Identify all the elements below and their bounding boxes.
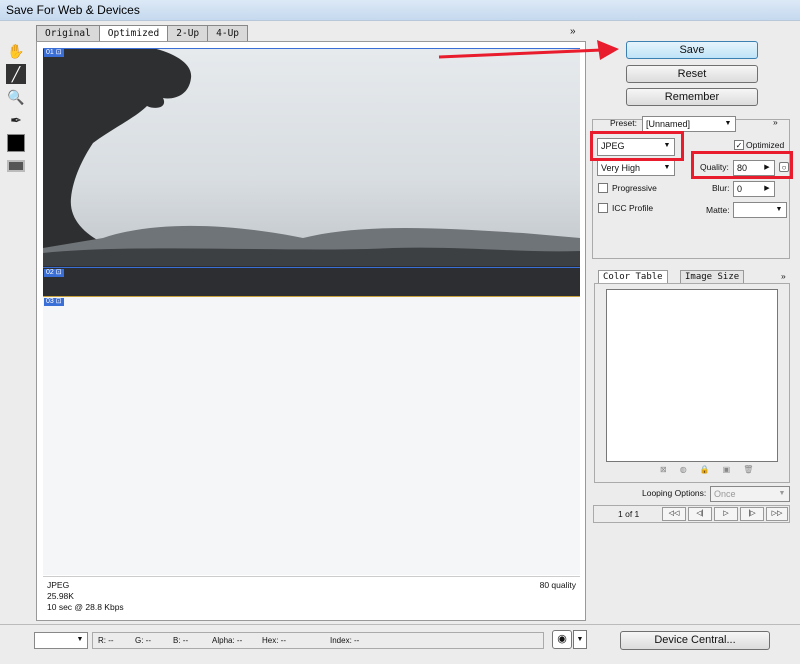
settings-menu-icon[interactable]: » [773, 117, 778, 127]
web-shift-icon[interactable]: ◍ [680, 465, 687, 474]
eyedropper-tool-icon[interactable]: ✒ [6, 110, 26, 130]
image-preview-pane: 01 ⊡ 02 ⊡ 03 ⊡ JPEG 25.98K 10 sec @ 28.8… [36, 41, 586, 621]
play-icon[interactable]: ▷ [714, 507, 738, 521]
alpha-readout: Alpha: -- [212, 636, 243, 645]
view-tabs: Original Optimized 2-Up 4-Up [36, 25, 249, 41]
slice-select-tool-icon[interactable]: ╱ [6, 64, 26, 84]
browser-menu-chevron-icon[interactable]: ▼ [573, 630, 587, 649]
tab-4-up[interactable]: 4-Up [207, 25, 249, 41]
zoom-tool-icon[interactable]: 🔍 [6, 87, 26, 107]
red-arrow-annotation [438, 40, 619, 60]
matte-label: Matte: [706, 205, 730, 215]
matte-select[interactable]: ▼ [733, 202, 787, 218]
window-title: Save For Web & Devices [6, 3, 140, 17]
color-table-menu-icon[interactable]: » [781, 271, 786, 281]
optimized-checkbox[interactable]: ✓ [734, 140, 744, 150]
blue-readout: B: -- [173, 636, 189, 645]
info-format: JPEG [47, 580, 70, 590]
first-frame-icon[interactable]: ◁◁ [662, 507, 686, 521]
color-readout-bar [92, 632, 544, 649]
slice-03-label[interactable]: 03 ⊡ [44, 298, 64, 306]
tab-image-size[interactable]: Image Size [680, 270, 745, 284]
map-transparency-icon[interactable]: ⊠ [660, 465, 667, 474]
lock-color-icon[interactable]: 🔒 [700, 465, 710, 474]
chevron-right-icon[interactable]: ▶ [761, 183, 773, 195]
device-central-button[interactable]: Device Central... [620, 631, 770, 650]
index-readout: Index: -- [330, 636, 360, 645]
tab-original[interactable]: Original [36, 25, 100, 41]
blur-label: Blur: [712, 183, 730, 193]
info-file-size: 25.98K [47, 591, 74, 601]
toolbox: ✋ ╱ 🔍 ✒ [6, 41, 28, 179]
tab-optimized[interactable]: Optimized [98, 25, 169, 41]
preset-label: Preset: [610, 118, 637, 128]
color-table-actions: ⊠ ◍ 🔒 ▣ 🗑 [660, 465, 753, 474]
color-table-grid [606, 289, 778, 462]
icc-profile-checkbox[interactable] [598, 203, 608, 213]
tab-color-table[interactable]: Color Table [598, 270, 668, 284]
dialog-body: ✋ ╱ 🔍 ✒ Original Optimized 2-Up 4-Up » 0… [0, 20, 800, 664]
info-download-time: 10 sec @ 28.8 Kbps [47, 602, 124, 612]
tab-2-up[interactable]: 2-Up [167, 25, 209, 41]
compression-quality-select[interactable]: Very High ▼ [597, 160, 675, 176]
hex-readout: Hex: -- [262, 636, 286, 645]
quality-highlight-box [691, 151, 793, 179]
trash-icon[interactable]: 🗑 [743, 465, 753, 474]
last-frame-icon[interactable]: ▷▷ [766, 507, 788, 521]
zoom-level-select[interactable]: ▼ [34, 632, 88, 649]
save-button[interactable]: Save [626, 41, 758, 59]
progressive-checkbox[interactable] [598, 183, 608, 193]
info-quality: 80 quality [539, 580, 576, 590]
eyedropper-color-swatch[interactable] [6, 133, 26, 153]
icc-profile-label: ICC Profile [612, 203, 654, 213]
reset-button[interactable]: Reset [626, 65, 758, 83]
slice-01-label[interactable]: 01 ⊡ [44, 49, 64, 57]
looping-options-label: Looping Options: [642, 488, 707, 498]
chevron-down-icon: ▼ [663, 164, 671, 171]
format-highlight-box [590, 131, 684, 161]
chevron-down-icon: ▼ [775, 206, 783, 213]
browser-preview-icon[interactable]: ◉ [552, 630, 572, 649]
looping-select[interactable]: Once ▼ [710, 486, 790, 502]
frame-counter: 1 of 1 [618, 509, 640, 519]
toggle-slices-visibility-icon[interactable] [6, 156, 26, 176]
tabs-overflow-icon[interactable]: » [570, 26, 576, 37]
blur-input[interactable]: 0 ▶ [733, 181, 775, 197]
next-frame-icon[interactable]: |▷ [740, 507, 764, 521]
hand-tool-icon[interactable]: ✋ [6, 41, 26, 61]
chevron-down-icon: ▼ [724, 120, 732, 127]
divider [0, 624, 800, 625]
chevron-down-icon: ▼ [778, 490, 786, 497]
preview-image[interactable]: 01 ⊡ 02 ⊡ 03 ⊡ [43, 48, 580, 575]
red-readout: R: -- [98, 636, 114, 645]
preset-select[interactable]: [Unnamed] ▼ [642, 116, 736, 132]
slice-02-label[interactable]: 02 ⊡ [44, 269, 64, 277]
title-bar: Save For Web & Devices [0, 0, 800, 20]
add-color-icon[interactable]: ▣ [723, 465, 731, 474]
ink-wash-artwork [43, 48, 580, 575]
progressive-label: Progressive [612, 183, 657, 193]
remember-button[interactable]: Remember [626, 88, 758, 106]
optimization-info: JPEG 25.98K 10 sec @ 28.8 Kbps 80 qualit… [43, 576, 580, 616]
previous-frame-icon[interactable]: ◁| [688, 507, 712, 521]
green-readout: G: -- [135, 636, 151, 645]
optimized-label: Optimized [746, 140, 785, 150]
chevron-down-icon: ▼ [76, 636, 84, 643]
